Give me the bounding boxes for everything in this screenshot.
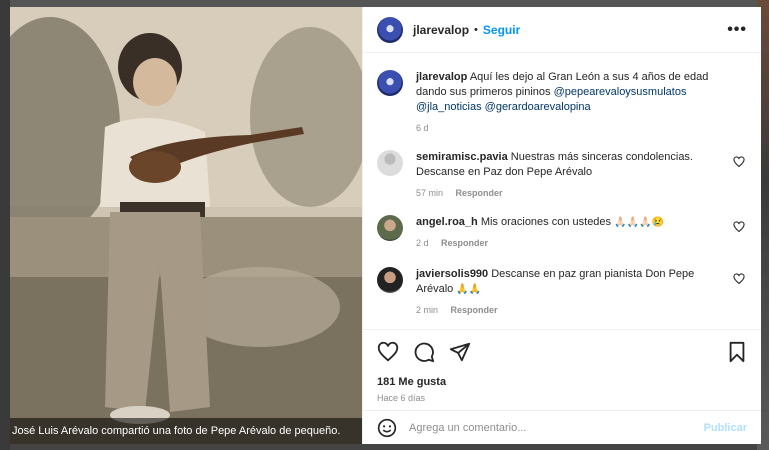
post-panel: jlarevalop • Seguir ••• jlarevalop Aquí …	[362, 7, 761, 444]
mention-link[interactable]: @jla_noticias	[416, 101, 482, 113]
comment-emoji: 🙏🏻🙏🏻🙏🏻😢	[614, 217, 664, 228]
comment-emoji: 🙏🙏	[456, 284, 482, 295]
comment-time: 2 min	[416, 305, 439, 315]
more-options-icon[interactable]: •••	[727, 21, 747, 39]
reply-button[interactable]: Responder	[441, 238, 488, 248]
follow-button[interactable]: Seguir	[483, 23, 520, 37]
author-username[interactable]: jlarevalop	[413, 23, 469, 37]
author-avatar[interactable]	[377, 16, 403, 43]
heart-icon[interactable]	[733, 156, 745, 168]
post-date: Hace 6 días	[377, 393, 426, 403]
caption-time: 6 d	[416, 123, 429, 133]
comment-username[interactable]: angel.roa_h	[416, 216, 478, 228]
post-caption-entry: jlarevalop Aquí les dejo al Gran León a …	[377, 70, 747, 136]
emoji-icon[interactable]	[377, 418, 397, 438]
publish-button[interactable]: Publicar	[704, 422, 747, 434]
post-actions: 181 Me gusta Hace 6 días	[363, 329, 761, 403]
comment-item: javiersolis990 Descanse en paz gran pian…	[377, 267, 747, 318]
post-photo[interactable]: José Luis Arévalo compartió una foto de …	[10, 7, 362, 444]
comment-time: 2 d	[416, 238, 429, 248]
reply-button[interactable]: Responder	[456, 188, 503, 198]
reply-button[interactable]: Responder	[451, 305, 498, 315]
author-avatar[interactable]	[377, 70, 403, 96]
heart-icon[interactable]	[733, 221, 745, 233]
comment-input[interactable]: Agrega un comentario...	[409, 422, 526, 434]
share-icon[interactable]	[449, 341, 471, 363]
commenter-avatar[interactable]	[377, 150, 403, 176]
comment-time: 57 min	[416, 188, 444, 198]
comment-composer: Agrega un comentario... Publicar	[363, 410, 761, 444]
comment-item: angel.roa_h Mis oraciones con ustedes 🙏🏻…	[377, 215, 747, 251]
photo-illustration	[10, 7, 362, 444]
likes-count[interactable]: 181 Me gusta	[377, 376, 747, 388]
comment-text: Mis oraciones con ustedes	[480, 216, 612, 228]
comment-username[interactable]: javiersolis990	[416, 268, 488, 280]
header-separator: •	[474, 23, 478, 36]
photo-caption: José Luis Arévalo compartió una foto de …	[10, 418, 362, 444]
caption-username[interactable]: jlarevalop	[416, 71, 467, 83]
commenter-avatar[interactable]	[377, 267, 403, 293]
commenter-avatar[interactable]	[377, 215, 403, 241]
comment-item: semiramisc.pavia Nuestras más sinceras c…	[377, 150, 747, 201]
mention-link[interactable]: @pepearevaloysusmulatos	[554, 86, 687, 98]
post-header: jlarevalop • Seguir •••	[363, 7, 761, 53]
mention-link[interactable]: @gerardoarevalopina	[485, 101, 591, 113]
comment-icon[interactable]	[413, 341, 435, 363]
bookmark-icon[interactable]	[727, 341, 747, 363]
like-heart-icon[interactable]	[377, 341, 399, 363]
post-modal: José Luis Arévalo compartió una foto de …	[10, 7, 761, 444]
comment-username[interactable]: semiramisc.pavia	[416, 151, 508, 163]
comments-list[interactable]: jlarevalop Aquí les dejo al Gran León a …	[363, 54, 761, 322]
heart-icon[interactable]	[733, 273, 745, 285]
